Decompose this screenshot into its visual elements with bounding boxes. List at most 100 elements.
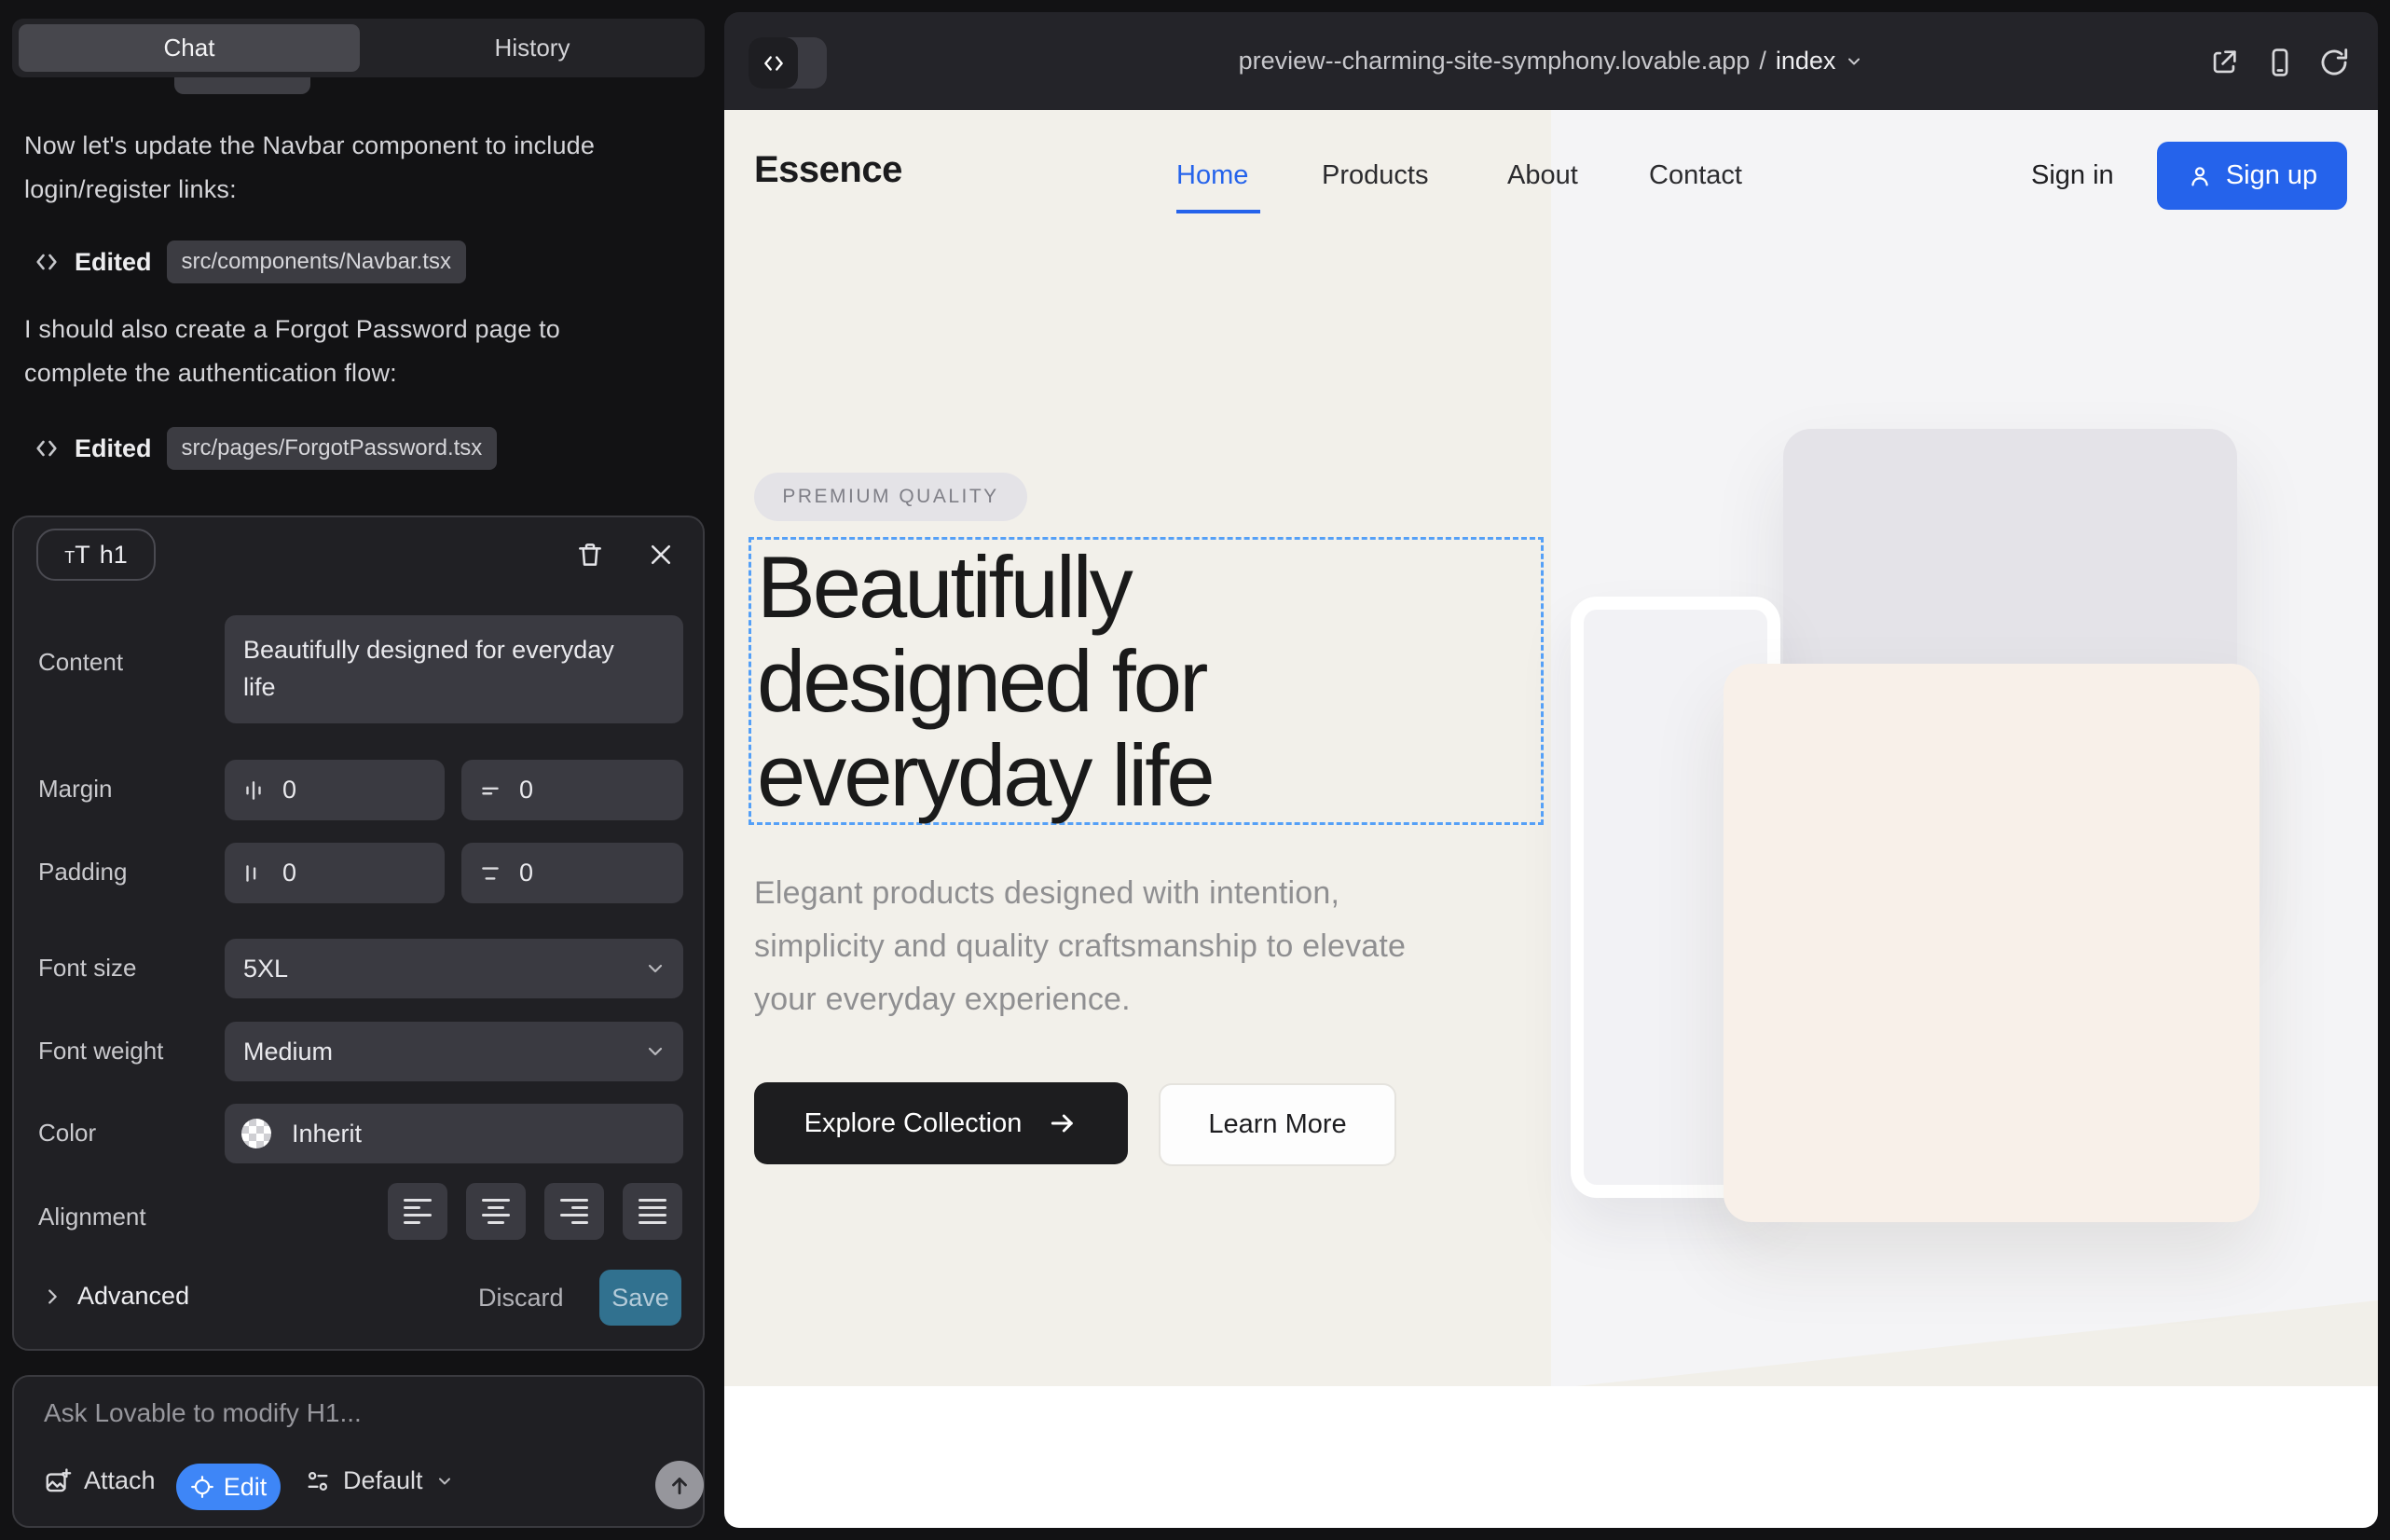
padding-x-input[interactable]: 0 — [225, 843, 445, 903]
margin-y-input[interactable]: 0 — [461, 760, 683, 820]
padding-label: Padding — [38, 858, 127, 887]
hero-heading[interactable]: Beautifully designed for everyday life — [751, 540, 1541, 822]
sign-in-link[interactable]: Sign in — [2031, 160, 2114, 191]
chat-message: Now let's update the Navbar component to… — [24, 124, 602, 212]
nav-link-products[interactable]: Products — [1322, 160, 1428, 191]
align-center-button[interactable] — [466, 1183, 526, 1240]
transparent-swatch-icon — [241, 1119, 271, 1148]
decorative-card-cream — [1724, 664, 2260, 1222]
padding-y-value: 0 — [519, 859, 533, 887]
open-in-new-tab-button[interactable] — [2208, 47, 2240, 78]
align-left-icon — [404, 1199, 432, 1224]
crosshair-icon — [190, 1475, 214, 1499]
save-button[interactable]: Save — [599, 1270, 681, 1326]
image-plus-icon — [44, 1467, 72, 1495]
color-label: Color — [38, 1119, 96, 1148]
margin-x-value: 0 — [282, 776, 296, 804]
delete-element-button[interactable] — [570, 534, 611, 575]
element-tag-pill[interactable]: TT h1 — [36, 529, 156, 581]
margin-y-value: 0 — [519, 776, 533, 804]
chevron-down-icon — [1845, 52, 1863, 71]
hero-description: Elegant products designed with intention… — [754, 867, 1477, 1026]
align-left-button[interactable] — [388, 1183, 447, 1240]
code-icon — [34, 249, 60, 275]
close-editor-button[interactable] — [640, 534, 681, 575]
nav-link-contact[interactable]: Contact — [1649, 160, 1742, 191]
composer-input[interactable]: Ask Lovable to modify H1... — [44, 1398, 362, 1428]
send-button[interactable] — [655, 1461, 704, 1509]
mobile-view-button[interactable] — [2264, 47, 2296, 78]
site-logo[interactable]: Essence — [754, 149, 902, 191]
font-weight-select[interactable]: Medium — [225, 1022, 683, 1081]
tab-history-label: History — [495, 34, 570, 62]
padding-horizontal-icon — [241, 861, 266, 886]
nav-link-about[interactable]: About — [1507, 160, 1578, 191]
model-default-button[interactable]: Default — [305, 1466, 454, 1495]
edited-file-row[interactable]: Edited src/pages/ForgotPassword.tsx — [34, 427, 497, 470]
padding-y-input[interactable]: 0 — [461, 843, 683, 903]
attach-button[interactable]: Attach — [44, 1466, 156, 1495]
color-select[interactable]: Inherit — [225, 1104, 683, 1163]
edited-label: Edited — [75, 248, 152, 277]
file-chip[interactable]: src/pages/ForgotPassword.tsx — [167, 427, 498, 470]
nav-link-home[interactable]: Home — [1176, 160, 1248, 191]
tab-chat[interactable]: Chat — [19, 24, 360, 72]
tab-history[interactable]: History — [360, 19, 705, 77]
advanced-label: Advanced — [77, 1282, 189, 1311]
font-size-label: Font size — [38, 954, 137, 983]
sign-up-button[interactable]: Sign up — [2157, 142, 2347, 210]
close-icon — [647, 541, 675, 569]
user-icon — [2187, 163, 2213, 189]
align-right-button[interactable] — [544, 1183, 604, 1240]
edit-label: Edit — [224, 1473, 268, 1502]
padding-x-value: 0 — [282, 859, 296, 887]
url-domain: preview--charming-site-symphony.lovable.… — [1239, 47, 1751, 76]
url-separator: / — [1759, 47, 1766, 76]
padding-vertical-icon — [478, 861, 502, 886]
font-size-select[interactable]: 5XL — [225, 939, 683, 998]
align-justify-button[interactable] — [623, 1183, 682, 1240]
edit-mode-button[interactable]: Edit — [176, 1464, 281, 1510]
element-editor-panel: TT h1 Content Beautifully designed for e… — [12, 516, 705, 1351]
chevron-right-icon — [42, 1286, 62, 1307]
external-link-icon — [2208, 47, 2240, 78]
margin-x-input[interactable]: 0 — [225, 760, 445, 820]
file-chip[interactable]: src/components/Navbar.tsx — [167, 241, 466, 283]
discard-button[interactable]: Discard — [478, 1284, 564, 1313]
sliders-icon — [305, 1468, 331, 1494]
trash-icon — [575, 540, 605, 570]
edited-label: Edited — [75, 434, 152, 463]
learn-more-button[interactable]: Learn More — [1159, 1083, 1396, 1166]
page-viewport: Essence Home Products About Contact Sign… — [724, 110, 2378, 1528]
alignment-label: Alignment — [38, 1203, 146, 1231]
explore-collection-button[interactable]: Explore Collection — [754, 1082, 1128, 1164]
align-justify-icon — [639, 1199, 666, 1224]
font-size-value: 5XL — [243, 955, 288, 983]
content-input[interactable]: Beautifully designed for everyday life — [225, 615, 683, 723]
chat-composer: Ask Lovable to modify H1... Attach Edit … — [12, 1375, 705, 1528]
tab-chat-label: Chat — [164, 34, 215, 62]
arrow-up-icon — [667, 1473, 692, 1497]
scrolled-chip-partial — [174, 77, 310, 94]
advanced-toggle[interactable]: Advanced — [42, 1282, 189, 1311]
align-right-icon — [560, 1199, 588, 1224]
content-label: Content — [38, 648, 123, 677]
active-nav-underline — [1176, 210, 1260, 213]
margin-vertical-icon — [478, 778, 502, 803]
font-weight-value: Medium — [243, 1038, 333, 1066]
edited-file-row[interactable]: Edited src/components/Navbar.tsx — [34, 241, 466, 283]
selected-element-outline[interactable]: Beautifully designed for everyday life — [749, 537, 1544, 825]
chat-message: I should also create a Forgot Password p… — [24, 308, 602, 395]
sign-up-label: Sign up — [2226, 160, 2317, 191]
color-value: Inherit — [292, 1120, 362, 1148]
sidebar-tabbar: Chat History — [12, 19, 705, 77]
url-bar[interactable]: preview--charming-site-symphony.lovable.… — [724, 12, 2378, 110]
refresh-button[interactable] — [2318, 47, 2350, 78]
font-weight-label: Font weight — [38, 1037, 163, 1066]
element-tag-label: h1 — [100, 541, 128, 570]
margin-label: Margin — [38, 775, 112, 804]
margin-horizontal-icon — [241, 778, 266, 803]
url-page: index — [1776, 47, 1836, 76]
explore-collection-label: Explore Collection — [804, 1108, 1023, 1139]
chevron-down-icon — [435, 1472, 454, 1491]
